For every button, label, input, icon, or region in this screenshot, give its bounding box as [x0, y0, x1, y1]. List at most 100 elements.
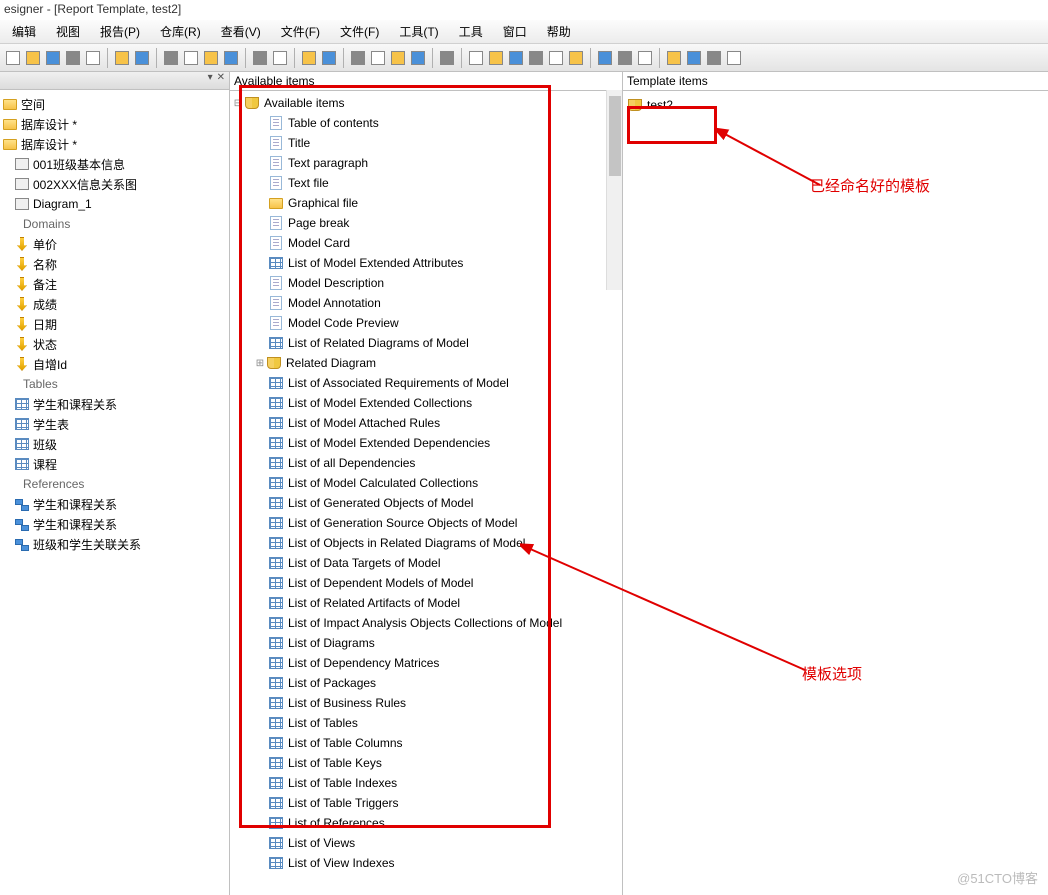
- toolbar-saveall-icon[interactable]: [64, 49, 82, 67]
- pin-icon[interactable]: ▾: [206, 72, 215, 89]
- menu-5[interactable]: 文件(F): [273, 21, 328, 42]
- available-item[interactable]: Model Card: [232, 233, 620, 253]
- toolbar-text-icon[interactable]: [527, 49, 545, 67]
- available-item[interactable]: List of Dependent Models of Model: [232, 573, 620, 593]
- toolbar-g5-icon[interactable]: [705, 49, 723, 67]
- browser-item[interactable]: 学生表: [2, 414, 227, 434]
- browser-item[interactable]: 空间: [2, 94, 227, 114]
- template-items-tree[interactable]: test2: [623, 91, 1048, 119]
- menu-6[interactable]: 文件(F): [332, 21, 387, 42]
- browser-item[interactable]: Diagram_1: [2, 194, 227, 214]
- toolbar-save-icon[interactable]: [44, 49, 62, 67]
- toolbar-t1-icon[interactable]: [438, 49, 456, 67]
- browser-item[interactable]: 名称: [2, 254, 227, 274]
- toolbar-cut-icon[interactable]: [133, 49, 151, 67]
- browser-item[interactable]: 备注: [2, 274, 227, 294]
- toolbar-paste-icon[interactable]: [182, 49, 200, 67]
- available-item[interactable]: List of Table Indexes: [232, 773, 620, 793]
- menu-3[interactable]: 仓库(R): [152, 21, 209, 42]
- browser-item[interactable]: 002XXX信息关系图: [2, 174, 227, 194]
- toolbar-t3-icon[interactable]: [487, 49, 505, 67]
- browser-item[interactable]: 学生和课程关系: [2, 394, 227, 414]
- toolbar-new-icon[interactable]: [4, 49, 22, 67]
- scrollbar[interactable]: [606, 90, 622, 290]
- available-item[interactable]: List of Diagrams: [232, 633, 620, 653]
- browser-item[interactable]: 据库设计 *: [2, 114, 227, 134]
- browser-item[interactable]: 据库设计 *: [2, 134, 227, 154]
- browser-item[interactable]: References: [2, 474, 227, 494]
- available-item[interactable]: Title: [232, 133, 620, 153]
- available-item[interactable]: ⊞Related Diagram: [232, 353, 620, 373]
- collapse-icon[interactable]: ⊟: [232, 98, 244, 109]
- available-item[interactable]: List of Business Rules: [232, 693, 620, 713]
- toolbar-compare-icon[interactable]: [409, 49, 427, 67]
- toolbar-find-icon[interactable]: [271, 49, 289, 67]
- available-items-root[interactable]: ⊟Available items: [232, 93, 620, 113]
- available-item[interactable]: Table of contents: [232, 113, 620, 133]
- toolbar-g1-icon[interactable]: [616, 49, 634, 67]
- toolbar-run2-icon[interactable]: [369, 49, 387, 67]
- available-item[interactable]: List of View Indexes: [232, 853, 620, 873]
- toolbar-print-icon[interactable]: [84, 49, 102, 67]
- available-item[interactable]: List of Packages: [232, 673, 620, 693]
- available-item[interactable]: Text paragraph: [232, 153, 620, 173]
- toolbar-undo-icon[interactable]: [222, 49, 240, 67]
- available-item[interactable]: List of Related Artifacts of Model: [232, 593, 620, 613]
- browser-item[interactable]: 班级和学生关联关系: [2, 534, 227, 554]
- browser-item[interactable]: 状态: [2, 334, 227, 354]
- available-item[interactable]: List of Table Triggers: [232, 793, 620, 813]
- available-item[interactable]: List of Model Extended Collections: [232, 393, 620, 413]
- toolbar-folder-icon[interactable]: [547, 49, 565, 67]
- available-item[interactable]: List of Associated Requirements of Model: [232, 373, 620, 393]
- toolbar-g3-icon[interactable]: [665, 49, 683, 67]
- menu-0[interactable]: 编辑: [4, 21, 44, 42]
- available-item[interactable]: List of Objects in Related Diagrams of M…: [232, 533, 620, 553]
- menu-2[interactable]: 报告(P): [92, 21, 148, 42]
- available-item[interactable]: List of Views: [232, 833, 620, 853]
- menu-7[interactable]: 工具(T): [391, 21, 446, 42]
- available-items-tree[interactable]: ⊟Available itemsTable of contentsTitleTe…: [230, 91, 622, 895]
- toolbar-run3-icon[interactable]: [389, 49, 407, 67]
- available-item[interactable]: List of Generation Source Objects of Mod…: [232, 513, 620, 533]
- available-item[interactable]: Text file: [232, 173, 620, 193]
- browser-item[interactable]: 自增Id: [2, 354, 227, 374]
- browser-item[interactable]: Tables: [2, 374, 227, 394]
- available-item[interactable]: List of Table Columns: [232, 733, 620, 753]
- template-item[interactable]: test2: [627, 95, 1044, 115]
- browser-tree[interactable]: 空间据库设计 *据库设计 *001班级基本信息002XXX信息关系图Diagra…: [0, 90, 229, 895]
- browser-item[interactable]: 001班级基本信息: [2, 154, 227, 174]
- available-item[interactable]: Page break: [232, 213, 620, 233]
- available-item[interactable]: List of Related Diagrams of Model: [232, 333, 620, 353]
- available-item[interactable]: List of Model Calculated Collections: [232, 473, 620, 493]
- toolbar-right-icon[interactable]: [596, 49, 614, 67]
- available-item[interactable]: Model Annotation: [232, 293, 620, 313]
- toolbar-t2-icon[interactable]: [467, 49, 485, 67]
- available-item[interactable]: Model Description: [232, 273, 620, 293]
- available-item[interactable]: List of References: [232, 813, 620, 833]
- browser-item[interactable]: 成绩: [2, 294, 227, 314]
- browser-item[interactable]: 学生和课程关系: [2, 494, 227, 514]
- available-item[interactable]: List of Table Keys: [232, 753, 620, 773]
- available-item[interactable]: List of Model Attached Rules: [232, 413, 620, 433]
- toolbar-open-icon[interactable]: [24, 49, 42, 67]
- expand-icon[interactable]: ⊞: [254, 358, 266, 369]
- available-item[interactable]: Model Code Preview: [232, 313, 620, 333]
- toolbar-props-icon[interactable]: [113, 49, 131, 67]
- toolbar-run1-icon[interactable]: [349, 49, 367, 67]
- toolbar-copy-icon[interactable]: [162, 49, 180, 67]
- close-panel-icon[interactable]: ✕: [215, 72, 227, 89]
- available-item[interactable]: Graphical file: [232, 193, 620, 213]
- menu-1[interactable]: 视图: [48, 21, 88, 42]
- toolbar-wizard-icon[interactable]: [320, 49, 338, 67]
- toolbar-delete-icon[interactable]: [202, 49, 220, 67]
- browser-item[interactable]: Domains: [2, 214, 227, 234]
- available-item[interactable]: List of Impact Analysis Objects Collecti…: [232, 613, 620, 633]
- toolbar-g2-icon[interactable]: [636, 49, 654, 67]
- browser-item[interactable]: 学生和课程关系: [2, 514, 227, 534]
- toolbar-redo-icon[interactable]: [251, 49, 269, 67]
- toolbar-replace-icon[interactable]: [300, 49, 318, 67]
- menu-8[interactable]: 工具: [451, 21, 491, 42]
- available-item[interactable]: List of Generated Objects of Model: [232, 493, 620, 513]
- toolbar-left-icon[interactable]: [567, 49, 585, 67]
- browser-item[interactable]: 课程: [2, 454, 227, 474]
